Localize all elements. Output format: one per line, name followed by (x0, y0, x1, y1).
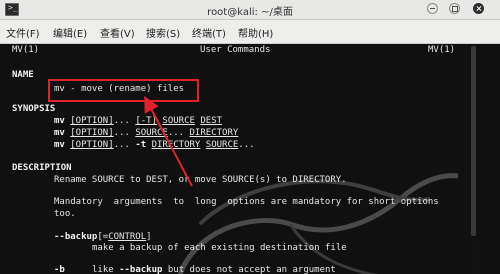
man-header-left: MV(1) (12, 45, 40, 55)
menu-terminal[interactable]: 终端(T) (192, 25, 226, 40)
maximize-button[interactable] (449, 3, 460, 14)
menu-bar: 文件(F) 编辑(E) 查看(V) 搜索(S) 终端(T) 帮助(H) (0, 20, 500, 44)
backup-description: make a backup of each existing destinati… (92, 243, 347, 253)
menu-edit[interactable]: 编辑(E) (53, 25, 87, 40)
b-description: like --backup but does not accept an arg… (92, 265, 336, 274)
scrollbar[interactable] (471, 44, 477, 274)
annotation-highlight-box (48, 79, 199, 102)
menu-search[interactable]: 搜索(S) (146, 25, 180, 40)
scrollbar-thumb[interactable] (471, 46, 476, 236)
menu-view[interactable]: 查看(V) (100, 25, 135, 40)
description-line-1: Rename SOURCE to DEST, or move SOURCE(s)… (54, 175, 347, 185)
menu-file[interactable]: 文件(F) (6, 25, 40, 40)
menu-help[interactable]: 帮助(H) (238, 25, 273, 40)
description-line-3: too. (54, 209, 76, 219)
b-option: -b (54, 265, 65, 274)
synopsis-line-3: mv [OPTION]... -t DIRECTORY SOURCE... (54, 140, 255, 150)
description-line-2: Mandatory arguments to long options are … (54, 197, 439, 207)
description-heading: DESCRIPTION (12, 163, 72, 173)
minimize-button[interactable] (427, 3, 438, 14)
synopsis-heading: SYNOPSIS (12, 104, 56, 114)
backup-option: --backup[=CONTROL] (54, 232, 152, 242)
synopsis-line-2: mv [OPTION]... SOURCE... DIRECTORY (54, 128, 239, 138)
name-heading: NAME (12, 70, 34, 80)
man-header-center: User Commands (200, 45, 271, 55)
title-bar: >_ root@kali: ~/桌面 (0, 0, 500, 20)
close-button[interactable] (473, 3, 484, 14)
window-title: root@kali: ~/桌面 (207, 7, 293, 18)
synopsis-line-1: mv [OPTION]... [-T] SOURCE DEST (54, 116, 223, 126)
man-header-right: MV(1) (428, 45, 456, 55)
